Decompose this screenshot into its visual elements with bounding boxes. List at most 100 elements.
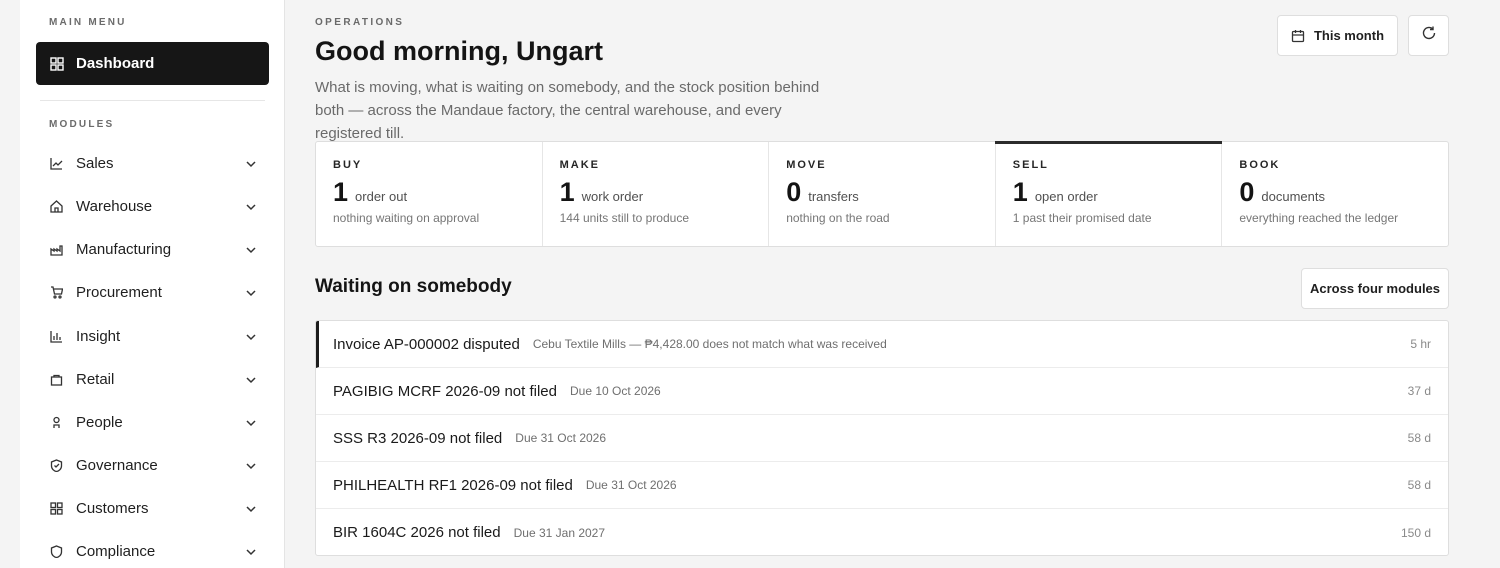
item-age: 150 d xyxy=(1400,525,1431,540)
chevron-down-icon xyxy=(245,373,257,385)
item-age: 5 hr xyxy=(1410,337,1431,351)
kpi-move[interactable]: MOVE 0 transfers nothing on the road xyxy=(769,142,996,246)
kpi-sell[interactable]: SELL 1 open order 1 past their promised d… xyxy=(994,141,1223,246)
kpi-value: 1 xyxy=(559,177,575,207)
cart-icon xyxy=(50,285,64,299)
sidebar-item-label: Sales xyxy=(76,154,114,172)
item-title: SSS R3 2026-09 not filed xyxy=(333,429,503,447)
sidebar-item-label: Retail xyxy=(76,370,115,388)
page-eyebrow: OPERATIONS xyxy=(315,17,405,28)
sidebar-item-label: Dashboard xyxy=(76,55,155,72)
chevron-down-icon xyxy=(245,243,257,255)
scope-button[interactable]: Across four modules xyxy=(1301,268,1449,309)
grid-icon xyxy=(50,501,63,515)
sidebar-item-customers[interactable]: Customers xyxy=(36,490,269,526)
chevron-down-icon xyxy=(245,330,257,342)
item-detail: Cebu Textile Mills — ₱4,428.00 does not … xyxy=(532,337,887,351)
sidebar-item-label: Warehouse xyxy=(76,197,153,215)
sidebar-item-label: Governance xyxy=(76,456,158,474)
list-item[interactable]: PAGIBIG MCRF 2026-09 not filed Due 10 Oc… xyxy=(316,368,1448,415)
sidebar-item-retail[interactable]: Retail xyxy=(36,361,269,397)
item-age: 58 d xyxy=(1407,431,1431,445)
period-button-label: This month xyxy=(1313,28,1385,43)
item-age: 37 d xyxy=(1407,384,1431,398)
item-title: PAGIBIG MCRF 2026-09 not filed xyxy=(333,382,557,400)
sidebar-item-procurement[interactable]: Procurement xyxy=(36,274,269,310)
kpi-label: MOVE xyxy=(786,159,827,171)
kpi-unit: order out xyxy=(355,189,408,204)
kpi-value: 1 xyxy=(333,177,349,207)
sidebar-item-label: People xyxy=(76,413,123,431)
sidebar-item-manufacturing[interactable]: Manufacturing xyxy=(36,231,269,267)
chevron-down-icon xyxy=(245,545,257,557)
item-title: Invoice AP-000002 disputed xyxy=(333,335,520,353)
kpi-strip: BUY 1 order out nothing waiting on approv… xyxy=(315,141,1449,247)
sidebar-item-sales[interactable]: Sales xyxy=(36,145,269,181)
waiting-section-title: Waiting on somebody xyxy=(315,276,512,297)
kpi-subtext: 144 units still to produce xyxy=(559,211,690,225)
grid-icon xyxy=(50,56,64,71)
sidebar-item-governance[interactable]: Governance xyxy=(36,447,269,483)
calendar-icon xyxy=(1291,29,1305,43)
sidebar-item-insight[interactable]: Insight xyxy=(36,318,269,354)
list-item[interactable]: Invoice AP-000002 disputed Cebu Textile … xyxy=(316,321,1448,368)
item-detail: Due 31 Jan 2027 xyxy=(513,525,606,540)
item-detail: Due 31 Oct 2026 xyxy=(515,431,607,445)
waiting-list: Invoice AP-000002 disputed Cebu Textile … xyxy=(315,320,1449,556)
kpi-make[interactable]: MAKE 1 work order 144 units still to prod… xyxy=(543,142,770,246)
kpi-subtext: everything reached the ledger xyxy=(1239,211,1399,225)
shield-icon xyxy=(50,544,63,558)
shield-check-icon xyxy=(50,458,63,472)
kpi-value: 0 xyxy=(1239,177,1255,207)
kpi-buy[interactable]: BUY 1 order out nothing waiting on approv… xyxy=(316,142,543,246)
bag-icon xyxy=(50,373,63,386)
refresh-button[interactable] xyxy=(1408,15,1449,56)
sidebar-item-warehouse[interactable]: Warehouse xyxy=(36,188,269,224)
chevron-down-icon xyxy=(245,200,257,212)
kpi-book[interactable]: BOOK 0 documents everything reached the l… xyxy=(1222,142,1448,246)
chart-line-icon xyxy=(50,157,63,170)
kpi-value: 1 xyxy=(1012,177,1028,207)
main-menu-heading: MAIN MENU xyxy=(49,17,127,28)
sidebar-item-label: Insight xyxy=(76,327,121,345)
sidebar-item-label: Compliance xyxy=(76,542,156,560)
chevron-down-icon xyxy=(245,502,257,514)
chevron-down-icon xyxy=(245,416,257,428)
page-intro: What is moving, what is waiting on someb… xyxy=(315,79,820,142)
kpi-label: SELL xyxy=(1012,159,1049,171)
list-item[interactable]: SSS R3 2026-09 not filed Due 31 Oct 2026… xyxy=(316,415,1448,462)
kpi-unit: documents xyxy=(1261,189,1325,204)
kpi-subtext: 1 past their promised date xyxy=(1012,211,1152,225)
sidebar: MAIN MENU Dashboard MODULES Sales Wareho… xyxy=(20,0,285,568)
sidebar-item-people[interactable]: People xyxy=(36,404,269,440)
person-icon xyxy=(50,416,63,429)
sidebar-item-label: Customers xyxy=(76,499,149,517)
item-title: PHILHEALTH RF1 2026-09 not filed xyxy=(333,476,573,494)
refresh-icon xyxy=(1421,25,1437,46)
sidebar-item-compliance[interactable]: Compliance xyxy=(36,533,269,568)
kpi-unit: transfers xyxy=(808,189,859,204)
chevron-down-icon xyxy=(245,157,257,169)
kpi-label: MAKE xyxy=(559,159,600,171)
factory-icon xyxy=(50,243,63,256)
bar-chart-icon xyxy=(50,330,63,343)
period-button[interactable]: This month xyxy=(1277,15,1398,56)
modules-heading: MODULES xyxy=(49,119,115,130)
list-item[interactable]: PHILHEALTH RF1 2026-09 not filed Due 31 … xyxy=(316,462,1448,509)
item-detail: Due 31 Oct 2026 xyxy=(585,478,677,492)
kpi-unit: work order xyxy=(581,189,644,204)
sidebar-divider xyxy=(40,100,265,101)
kpi-label: BUY xyxy=(333,159,363,171)
home-icon xyxy=(50,199,63,213)
chevron-down-icon xyxy=(245,459,257,471)
item-title: BIR 1604C 2026 not filed xyxy=(333,524,501,541)
kpi-value: 0 xyxy=(786,177,802,207)
list-item[interactable]: BIR 1604C 2026 not filed Due 31 Jan 2027… xyxy=(316,509,1448,555)
kpi-label: BOOK xyxy=(1239,159,1281,171)
sidebar-item-label: Procurement xyxy=(76,283,162,301)
sidebar-item-dashboard[interactable]: Dashboard xyxy=(36,42,269,85)
kpi-unit: open order xyxy=(1034,189,1098,204)
chevron-down-icon xyxy=(245,286,257,298)
kpi-subtext: nothing waiting on approval xyxy=(333,211,480,225)
item-detail: Due 10 Oct 2026 xyxy=(569,384,661,398)
